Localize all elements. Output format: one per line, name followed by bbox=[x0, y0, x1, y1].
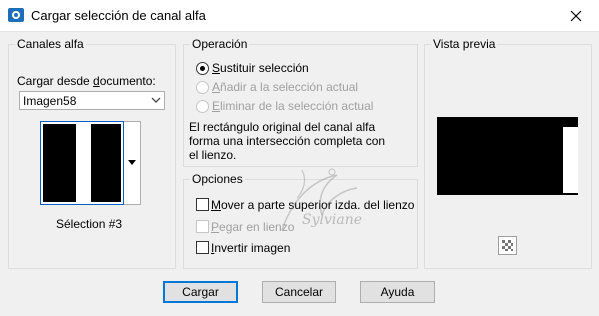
navigate-preview-button[interactable] bbox=[498, 236, 517, 255]
watermark-flourish bbox=[281, 168, 358, 231]
replace-selection-label: Sustituir selección bbox=[212, 61, 309, 75]
title-bar: Cargar selección de canal alfa bbox=[0, 0, 599, 32]
thumbnail-dropdown-button[interactable] bbox=[124, 121, 141, 205]
document-select[interactable]: Imagen58 bbox=[19, 91, 165, 110]
radio-replace-selection[interactable] bbox=[196, 62, 209, 75]
options-title: Opciones bbox=[190, 172, 245, 186]
document-select-value: Imagen58 bbox=[23, 94, 77, 108]
preview-title: Vista previa bbox=[431, 37, 498, 51]
operation-description-line-2: forma una intersección completa con bbox=[189, 134, 386, 148]
watermark: Sylviane bbox=[262, 160, 382, 250]
add-selection-label: Añadir a la selección actual bbox=[212, 80, 359, 94]
checkbox-paste-on-canvas[interactable] bbox=[196, 220, 209, 233]
operation-description-line-3: el lienzo. bbox=[189, 148, 237, 162]
close-icon bbox=[570, 10, 582, 21]
checkbox-invert-image[interactable] bbox=[196, 241, 209, 254]
close-button[interactable] bbox=[553, 0, 599, 31]
window-title: Cargar selección de canal alfa bbox=[31, 8, 206, 23]
alpha-channel-thumbnail[interactable] bbox=[40, 121, 124, 205]
triangle-down-icon bbox=[128, 160, 136, 165]
load-button[interactable]: Cargar bbox=[163, 281, 238, 303]
alpha-channels-title: Canales alfa bbox=[15, 37, 86, 51]
thumbnail-white-bar bbox=[76, 124, 91, 202]
remove-selection-label: Eliminar de la selección actual bbox=[212, 99, 374, 113]
thumbnail-image bbox=[43, 124, 121, 202]
radio-remove-selection[interactable] bbox=[196, 100, 209, 113]
selection-name: Sélection #3 bbox=[56, 217, 123, 231]
operation-title: Operación bbox=[190, 37, 250, 51]
operation-description-line-1: El rectángulo original del canal alfa bbox=[189, 120, 376, 134]
checkbox-move-top-left[interactable] bbox=[196, 198, 209, 211]
app-icon bbox=[8, 8, 24, 22]
preview-white-bar bbox=[563, 127, 578, 193]
preview-image bbox=[437, 117, 578, 195]
checker-navigate-icon bbox=[502, 240, 513, 251]
cancel-button[interactable]: Cancelar bbox=[262, 281, 336, 303]
chevron-down-icon bbox=[151, 97, 161, 103]
watermark-text: Sylviane bbox=[302, 212, 363, 228]
help-button[interactable]: Ayuda bbox=[360, 281, 435, 303]
radio-add-selection[interactable] bbox=[196, 81, 209, 94]
load-from-document-label: Cargar desde documento: bbox=[17, 74, 156, 88]
